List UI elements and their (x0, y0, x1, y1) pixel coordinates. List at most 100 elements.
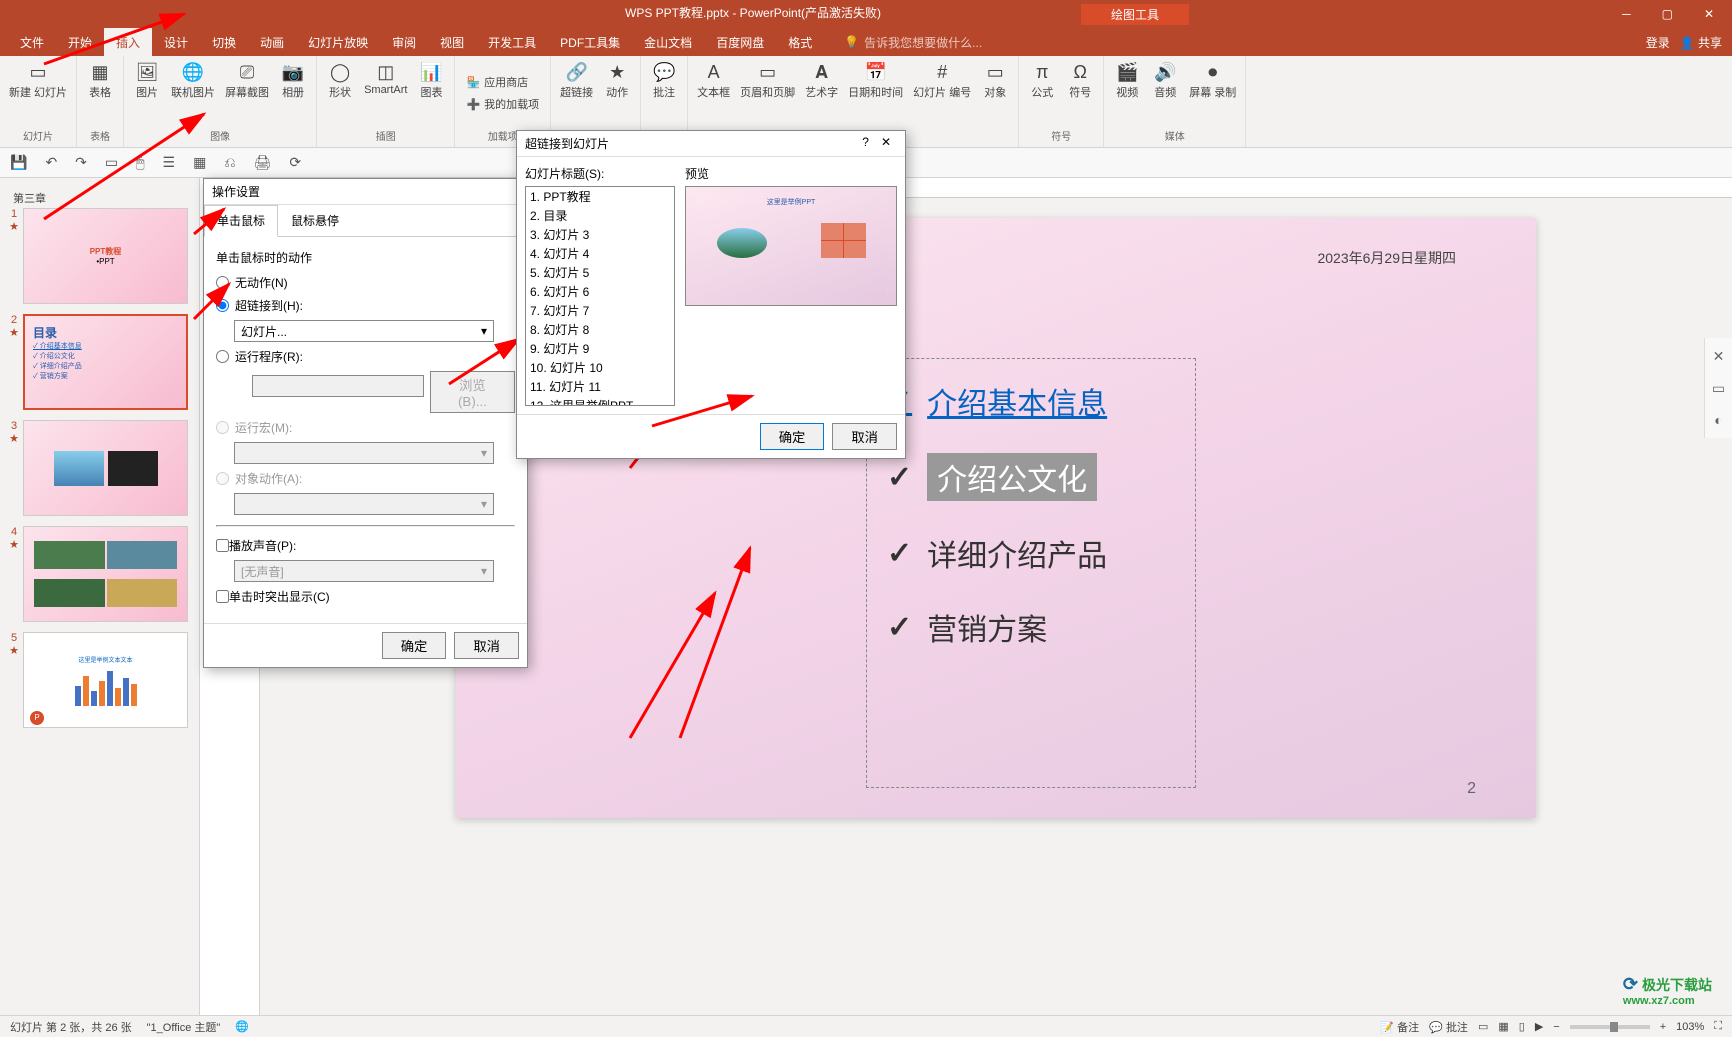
side-icon[interactable]: ◐ (1714, 412, 1722, 428)
equation-button[interactable]: π公式 (1024, 58, 1060, 102)
menu-insert[interactable]: 插入 (104, 28, 152, 57)
radio-hyperlink[interactable] (216, 299, 229, 312)
listbox-item[interactable]: 4. 幻灯片 4 (526, 244, 674, 263)
listbox-item[interactable]: 2. 目录 (526, 206, 674, 225)
bullet-item-2[interactable]: ✓介绍公文化 (887, 453, 1175, 501)
menu-transition[interactable]: 切换 (200, 28, 248, 57)
datetime-button[interactable]: 📅日期和时间 (844, 58, 907, 102)
store-button[interactable]: 🏪应用商店 (460, 72, 534, 92)
login-link[interactable]: 登录 (1646, 34, 1670, 51)
thumbnail-1[interactable]: PPT教程•PPT (23, 208, 188, 304)
hyperlink-button[interactable]: 🔗超链接 (556, 58, 597, 102)
save-icon[interactable]: 💾 (10, 154, 27, 171)
view-normal-icon[interactable]: ▭ (1478, 1020, 1488, 1033)
header-footer-button[interactable]: ▭页眉和页脚 (736, 58, 799, 102)
addins-button[interactable]: ➕我的加载项 (460, 94, 545, 114)
link-ok-button[interactable]: 确定 (760, 423, 825, 450)
maximize-icon[interactable]: ▢ (1654, 7, 1681, 21)
listbox-item[interactable]: 11. 幻灯片 11 (526, 377, 674, 396)
listbox-item[interactable]: 10. 幻灯片 10 (526, 358, 674, 377)
audio-button[interactable]: 🔊音频 (1147, 58, 1183, 102)
qat-icon[interactable]: ☰ (163, 154, 176, 171)
side-icon[interactable]: ▭ (1712, 380, 1725, 397)
menu-jinshan[interactable]: 金山文档 (632, 28, 704, 57)
qat-icon[interactable]: 🖱 (136, 154, 144, 171)
dialog-help-icon[interactable]: ? (856, 135, 875, 149)
listbox-item[interactable]: 1. PPT教程 (526, 187, 674, 206)
listbox-item[interactable]: 7. 幻灯片 7 (526, 301, 674, 320)
tab-click[interactable]: 单击鼠标 (204, 205, 278, 237)
view-slideshow-icon[interactable]: ▶ (1535, 1020, 1543, 1033)
fit-window-icon[interactable]: ⛶ (1714, 1020, 1722, 1033)
qat-icon[interactable]: ⟳ (289, 154, 301, 171)
notes-button[interactable]: 📝 备注 (1380, 1019, 1419, 1035)
zoom-slider[interactable] (1570, 1025, 1650, 1029)
thumbnail-2[interactable]: 目录 ✓ 介绍基本信息 ✓ 介绍公文化 ✓ 详细介绍产品 ✓ 营销方案 (23, 314, 188, 410)
online-picture-button[interactable]: 🌐联机图片 (167, 58, 219, 102)
language-indicator[interactable]: 🌐 (235, 1020, 249, 1033)
zoom-level[interactable]: 103% (1676, 1021, 1704, 1033)
action-cancel-button[interactable]: 取消 (454, 632, 519, 659)
listbox-item[interactable]: 12. 这里是举例PPT (526, 396, 674, 406)
thumbnail-4[interactable] (23, 526, 188, 622)
bullet-item-1[interactable]: ✓介绍基本信息 (887, 379, 1175, 423)
qat-icon[interactable]: 🖨 (254, 154, 272, 171)
redo-icon[interactable]: ↷ (75, 154, 87, 171)
radio-run-program[interactable] (216, 350, 229, 363)
view-sorter-icon[interactable]: ▦ (1498, 1020, 1508, 1033)
content-textbox[interactable]: ✓介绍基本信息 ✓介绍公文化 ✓详细介绍产品 ✓营销方案 (866, 358, 1196, 788)
menu-format[interactable]: 格式 (776, 28, 824, 57)
comment-button[interactable]: 💬批注 (646, 58, 682, 102)
zoom-in-icon[interactable]: + (1660, 1021, 1666, 1033)
listbox-item[interactable]: 6. 幻灯片 6 (526, 282, 674, 301)
slide-number-button[interactable]: #幻灯片 编号 (909, 58, 975, 102)
menu-view[interactable]: 视图 (428, 28, 476, 57)
checkbox-highlight[interactable] (216, 590, 229, 603)
listbox-item[interactable]: 8. 幻灯片 8 (526, 320, 674, 339)
listbox-item[interactable]: 5. 幻灯片 5 (526, 263, 674, 282)
menu-file[interactable]: 文件 (8, 28, 56, 57)
tab-hover[interactable]: 鼠标悬停 (278, 205, 352, 236)
minimize-icon[interactable]: ─ (1614, 7, 1639, 21)
screen-rec-button[interactable]: ⏺屏幕 录制 (1185, 58, 1240, 102)
menu-home[interactable]: 开始 (56, 28, 104, 57)
dialog-close-icon[interactable]: ✕ (875, 135, 897, 149)
bullet-item-3[interactable]: ✓详细介绍产品 (887, 531, 1175, 575)
slide-title-listbox[interactable]: 1. PPT教程2. 目录3. 幻灯片 34. 幻灯片 45. 幻灯片 56. … (525, 186, 675, 406)
tell-me-input[interactable]: 告诉我您想要做什么... (864, 34, 982, 51)
textbox-button[interactable]: A文本框 (693, 58, 734, 102)
picture-button[interactable]: 🖼图片 (129, 58, 165, 102)
table-button[interactable]: ▦表格 (82, 58, 118, 102)
checkbox-play-sound[interactable] (216, 539, 229, 552)
qat-icon[interactable]: ▦ (193, 154, 206, 171)
smartart-button[interactable]: ◫SmartArt (360, 58, 411, 98)
close-icon[interactable]: ✕ (1696, 7, 1722, 21)
menu-developer[interactable]: 开发工具 (476, 28, 548, 57)
thumbnail-3[interactable] (23, 420, 188, 516)
side-icon[interactable]: ✕ (1713, 348, 1725, 365)
symbol-button[interactable]: Ω符号 (1062, 58, 1098, 102)
qat-icon[interactable]: ⎌ (224, 154, 235, 171)
listbox-item[interactable]: 3. 幻灯片 3 (526, 225, 674, 244)
menu-animation[interactable]: 动画 (248, 28, 296, 57)
share-button[interactable]: 👤 共享 (1680, 34, 1722, 51)
video-button[interactable]: 🎬视频 (1109, 58, 1145, 102)
radio-none[interactable] (216, 276, 229, 289)
bullet-item-4[interactable]: ✓营销方案 (887, 605, 1175, 649)
qat-icon[interactable]: ▭ (105, 154, 118, 171)
menu-pdf[interactable]: PDF工具集 (548, 28, 632, 57)
zoom-out-icon[interactable]: − (1553, 1021, 1559, 1033)
thumbnail-5[interactable]: 这里是举例文本文本 P (23, 632, 188, 728)
album-button[interactable]: 📷相册 (275, 58, 311, 102)
section-label[interactable]: 第三章 (13, 190, 186, 206)
menu-baidu[interactable]: 百度网盘 (704, 28, 776, 57)
slide-thumbnail-panel[interactable]: 第三章 1★ PPT教程•PPT 2★ 目录 ✓ 介绍基本信息 ✓ 介绍公文化 … (0, 178, 200, 1015)
wordart-button[interactable]: 𝐀艺术字 (801, 58, 842, 102)
menu-slideshow[interactable]: 幻灯片放映 (296, 28, 380, 57)
shapes-button[interactable]: ◯形状 (322, 58, 358, 102)
screenshot-button[interactable]: ⎚屏幕截图 (221, 58, 273, 102)
action-button[interactable]: ★动作 (599, 58, 635, 102)
new-slide-button[interactable]: ▭新建 幻灯片 (5, 58, 71, 102)
link-cancel-button[interactable]: 取消 (832, 423, 897, 450)
chart-button[interactable]: 📊图表 (413, 58, 449, 102)
